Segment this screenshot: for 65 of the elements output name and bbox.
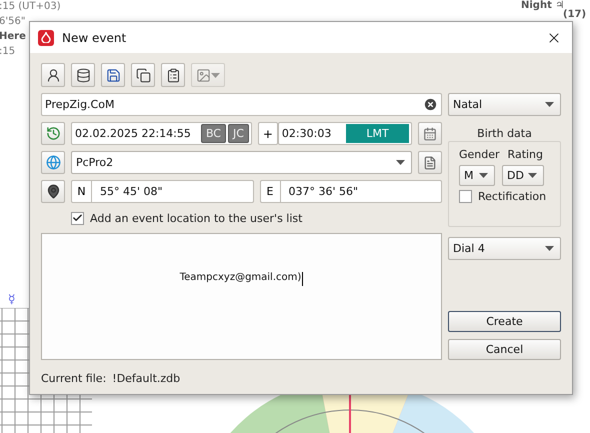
era-button[interactable]: JC	[228, 124, 249, 143]
save-icon	[106, 68, 120, 82]
hemisphere-label: N	[72, 181, 92, 202]
caret-icon	[528, 173, 537, 178]
dialog-button[interactable]: Cancel	[448, 339, 561, 360]
name-field[interactable]: PrepZig.CoM	[41, 93, 442, 116]
background-text: Night ♃	[521, 0, 564, 11]
history-icon	[46, 126, 60, 141]
notes-field[interactable]: Teampcxyz@gmail.com)	[41, 233, 442, 360]
group-title: Birth data	[476, 127, 533, 140]
history-button[interactable]	[41, 122, 65, 145]
background-text: :15 (UT+03)	[0, 1, 61, 12]
place-dropdown[interactable]: PcPro2	[71, 151, 412, 174]
background-text: :15	[0, 46, 16, 57]
toolbar-button[interactable]	[161, 63, 185, 87]
background-text: (17)	[563, 9, 586, 20]
location-button[interactable]	[41, 180, 65, 203]
gender-dropdown[interactable]: M	[459, 165, 495, 186]
time-offset-field[interactable]: 02:30:03 LMT	[278, 122, 412, 145]
time-zone-label[interactable]: LMT	[346, 124, 409, 143]
dialog-button[interactable]: Create	[448, 311, 561, 332]
toolbar-button[interactable]	[71, 63, 95, 87]
document-icon	[423, 156, 437, 170]
hemisphere-label: E	[260, 181, 280, 202]
image-icon	[196, 68, 211, 82]
toolbar-button[interactable]	[101, 63, 125, 87]
coordinate-field[interactable]: E 037° 36' 56"	[260, 180, 442, 203]
era-button[interactable]: BC	[200, 124, 226, 143]
add-location-checkbox[interactable]	[71, 212, 84, 224]
clipboard-icon	[166, 68, 180, 82]
dial-dropdown[interactable]: Dial 4	[448, 237, 561, 260]
rectification-checkbox[interactable]	[459, 190, 472, 203]
app-icon	[38, 30, 54, 46]
current-file-name: !Default.zdb	[112, 372, 180, 385]
clear-icon[interactable]	[423, 97, 438, 112]
globe-button[interactable]	[41, 151, 65, 174]
date-time-field[interactable]: 02.02.2025 22:14:55 BC JC	[71, 122, 252, 145]
background-text: Here	[0, 31, 26, 42]
database-icon	[76, 68, 90, 82]
caret-icon	[396, 160, 405, 165]
rectification-label: Rectification	[478, 190, 546, 203]
window-title: New event	[62, 30, 128, 44]
location-pin-icon	[46, 184, 60, 199]
calendar-button[interactable]	[418, 122, 442, 145]
gender-label: Gender	[459, 148, 500, 161]
planet-glyph: ☿	[8, 292, 16, 306]
calendar-icon	[423, 126, 437, 140]
person-icon	[46, 68, 60, 82]
caret-icon	[479, 173, 488, 178]
sign-button[interactable]: +	[258, 122, 278, 145]
rating-dropdown[interactable]: DD	[502, 165, 544, 186]
toolbar-button[interactable]	[131, 63, 155, 87]
current-file-label: Current file:	[41, 372, 106, 385]
notes-button[interactable]	[418, 151, 442, 174]
toolbar-button[interactable]	[41, 63, 65, 87]
copy-icon	[136, 68, 150, 82]
caret-icon	[211, 72, 220, 78]
background-text: 6'56"	[0, 16, 26, 27]
globe-icon	[46, 155, 60, 170]
caret-icon	[545, 246, 554, 251]
caret-icon	[545, 102, 554, 107]
add-location-label: Add an event location to the user's list	[90, 212, 302, 224]
coordinate-field[interactable]: N 55° 45' 08"	[71, 180, 254, 203]
chart-type-dropdown[interactable]: Natal	[448, 93, 561, 116]
rating-label: Rating	[508, 148, 544, 161]
